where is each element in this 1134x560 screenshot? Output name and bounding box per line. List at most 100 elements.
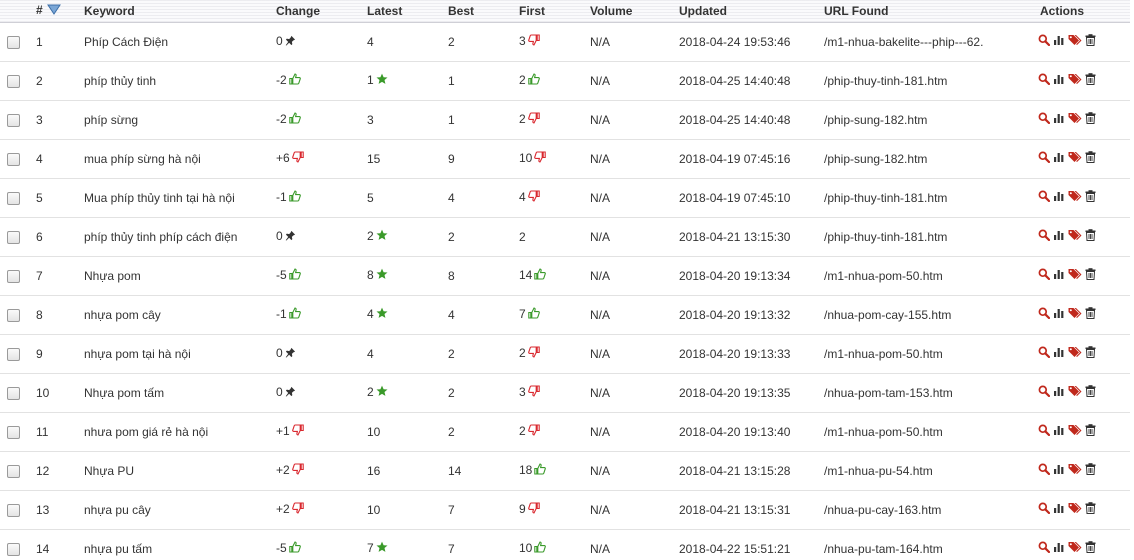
trash-icon[interactable] (1085, 307, 1096, 322)
header-best[interactable]: Best (444, 0, 515, 23)
row-change-cell: -5 (272, 529, 363, 560)
search-icon[interactable] (1038, 424, 1051, 439)
chart-icon[interactable] (1053, 424, 1065, 439)
row-checkbox[interactable] (7, 503, 20, 517)
tag-icon[interactable] (1068, 463, 1082, 478)
row-first: 3 (519, 33, 526, 48)
row-checkbox[interactable] (7, 542, 20, 556)
sort-down-icon[interactable] (46, 4, 61, 18)
search-icon[interactable] (1038, 346, 1051, 361)
row-change: -5 (276, 267, 287, 282)
row-checkbox[interactable] (7, 191, 20, 205)
chart-icon[interactable] (1053, 385, 1065, 400)
row-checkbox[interactable] (7, 230, 20, 244)
search-icon[interactable] (1038, 385, 1051, 400)
chart-icon[interactable] (1053, 502, 1065, 517)
row-select-cell (0, 334, 32, 373)
chart-icon[interactable] (1053, 268, 1065, 283)
row-volume: N/A (590, 73, 611, 88)
trash-icon[interactable] (1085, 268, 1096, 283)
row-checkbox[interactable] (7, 113, 20, 127)
row-checkbox[interactable] (7, 386, 20, 400)
star-icon (376, 385, 388, 400)
row-checkbox[interactable] (7, 308, 20, 322)
row-checkbox[interactable] (7, 152, 20, 166)
row-checkbox[interactable] (7, 269, 20, 283)
tag-icon[interactable] (1068, 190, 1082, 205)
pin-icon (285, 35, 296, 49)
trash-icon[interactable] (1085, 73, 1096, 88)
tag-icon[interactable] (1068, 424, 1082, 439)
chart-icon[interactable] (1053, 463, 1065, 478)
header-first[interactable]: First (515, 0, 586, 23)
search-icon[interactable] (1038, 190, 1051, 205)
row-latest-cell: 7 (363, 529, 444, 560)
trash-icon[interactable] (1085, 424, 1096, 439)
row-actions (1036, 256, 1130, 295)
tag-icon[interactable] (1068, 385, 1082, 400)
search-icon[interactable] (1038, 151, 1051, 166)
search-icon[interactable] (1038, 268, 1051, 283)
tag-icon[interactable] (1068, 346, 1082, 361)
tag-icon[interactable] (1068, 229, 1082, 244)
trash-icon[interactable] (1085, 112, 1096, 127)
chart-icon[interactable] (1053, 541, 1065, 556)
trash-icon[interactable] (1085, 541, 1096, 556)
header-change[interactable]: Change (272, 0, 363, 23)
tag-icon[interactable] (1068, 268, 1082, 283)
tag-icon[interactable] (1068, 307, 1082, 322)
search-icon[interactable] (1038, 502, 1051, 517)
tag-icon[interactable] (1068, 541, 1082, 556)
trash-icon[interactable] (1085, 229, 1096, 244)
header-volume[interactable]: Volume (586, 0, 675, 23)
chart-icon[interactable] (1053, 307, 1065, 322)
header-url-found[interactable]: URL Found (820, 0, 1036, 23)
tag-icon[interactable] (1068, 34, 1082, 49)
chart-icon[interactable] (1053, 229, 1065, 244)
trash-icon[interactable] (1085, 346, 1096, 361)
trash-icon[interactable] (1085, 385, 1096, 400)
row-latest: 15 (367, 151, 381, 166)
header-updated[interactable]: Updated (675, 0, 820, 23)
chart-icon[interactable] (1053, 346, 1065, 361)
trash-icon[interactable] (1085, 502, 1096, 517)
trash-icon[interactable] (1085, 190, 1096, 205)
header-keyword[interactable]: Keyword (80, 0, 272, 23)
search-icon[interactable] (1038, 541, 1051, 556)
header-latest[interactable]: Latest (363, 0, 444, 23)
row-checkbox[interactable] (7, 464, 20, 478)
row-actions (1036, 373, 1130, 412)
header-index[interactable]: # (32, 0, 80, 23)
table-row: 2 phíp thủy tinh -2 1 1 2 N/A 2018-04-25 14:40:… (0, 61, 1130, 100)
tag-icon[interactable] (1068, 151, 1082, 166)
search-icon[interactable] (1038, 463, 1051, 478)
row-checkbox[interactable] (7, 425, 20, 439)
trash-icon[interactable] (1085, 463, 1096, 478)
chart-icon[interactable] (1053, 190, 1065, 205)
row-checkbox[interactable] (7, 347, 20, 361)
search-icon[interactable] (1038, 307, 1051, 322)
search-icon[interactable] (1038, 112, 1051, 127)
pin-icon (285, 347, 296, 361)
chart-icon[interactable] (1053, 151, 1065, 166)
chart-icon[interactable] (1053, 34, 1065, 49)
thumbs-down-icon (527, 112, 540, 127)
row-actions (1036, 490, 1130, 529)
row-index: 8 (36, 307, 43, 322)
search-icon[interactable] (1038, 34, 1051, 49)
row-change-cell: -1 (272, 178, 363, 217)
row-volume: N/A (590, 307, 611, 322)
table-row: 9 nhựa pom tại hà nội 0 4 2 2 N/A 2018-04-20 19… (0, 334, 1130, 373)
row-latest-cell: 4 (363, 295, 444, 334)
row-checkbox[interactable] (7, 74, 20, 88)
row-checkbox[interactable] (7, 35, 20, 49)
trash-icon[interactable] (1085, 34, 1096, 49)
chart-icon[interactable] (1053, 112, 1065, 127)
search-icon[interactable] (1038, 229, 1051, 244)
tag-icon[interactable] (1068, 502, 1082, 517)
trash-icon[interactable] (1085, 151, 1096, 166)
tag-icon[interactable] (1068, 73, 1082, 88)
search-icon[interactable] (1038, 73, 1051, 88)
tag-icon[interactable] (1068, 112, 1082, 127)
chart-icon[interactable] (1053, 73, 1065, 88)
